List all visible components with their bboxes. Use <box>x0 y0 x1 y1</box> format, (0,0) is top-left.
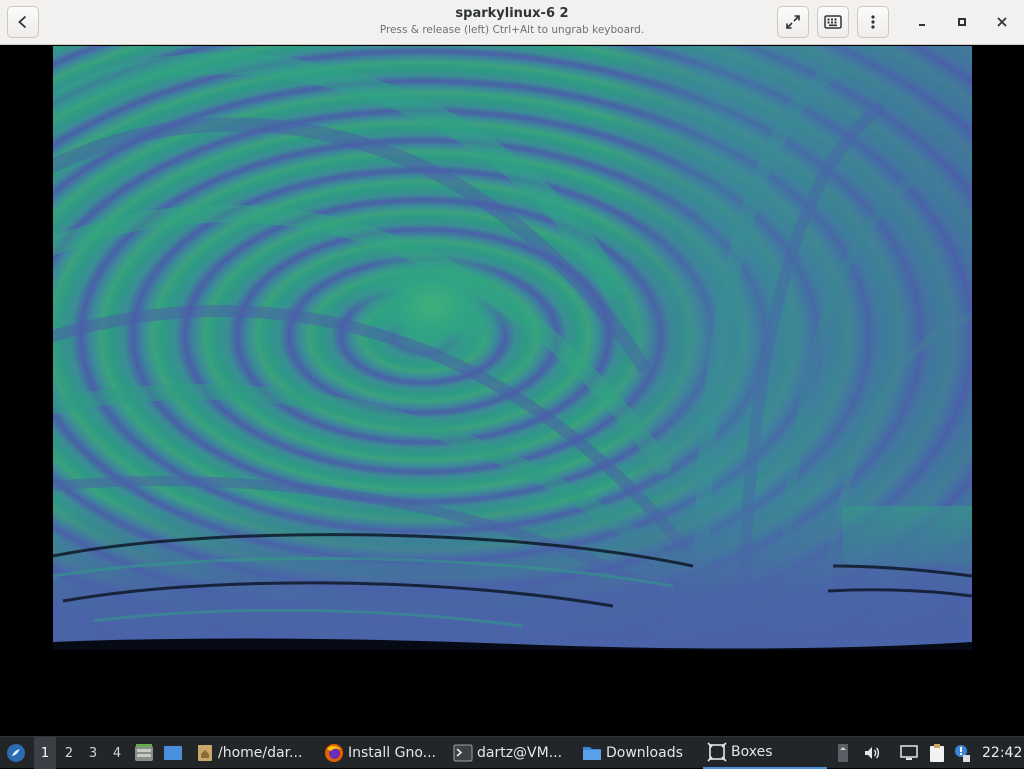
workspace-3[interactable]: 3 <box>82 737 104 769</box>
window-title: sparkylinux-6 2 <box>455 6 569 21</box>
network-icon <box>900 745 918 760</box>
close-button[interactable] <box>988 8 1016 36</box>
close-icon <box>997 17 1007 27</box>
fullscreen-icon <box>786 15 800 29</box>
folder-icon <box>583 747 601 760</box>
show-desktop-button[interactable] <box>161 737 185 769</box>
maximize-button[interactable] <box>948 8 976 36</box>
keyboard-icon <box>824 15 842 29</box>
task-label: Downloads <box>606 745 683 761</box>
go-back-icon <box>18 15 27 29</box>
taskbar: 1 2 3 4 /home/dar... Install Gno... dart… <box>0 736 1024 769</box>
send-keys-button[interactable] <box>817 6 849 38</box>
task-label: Install Gno... <box>348 745 436 761</box>
vm-display[interactable] <box>53 46 972 650</box>
tray-scroll[interactable] <box>835 737 851 769</box>
workspace-1[interactable]: 1 <box>34 737 56 769</box>
tray-volume[interactable] <box>861 737 883 769</box>
scroll-indicator-icon <box>838 744 848 762</box>
clock[interactable]: 22:42 <box>982 737 1022 769</box>
show-desktop-icon <box>164 746 182 760</box>
task-terminal[interactable]: dartz@VM... <box>449 737 577 769</box>
tray-network[interactable] <box>898 737 920 769</box>
maximize-icon <box>958 18 966 26</box>
minimize-icon <box>919 24 925 26</box>
update-notifier-icon <box>955 745 970 762</box>
kebab-menu-icon <box>871 15 875 29</box>
title-area: sparkylinux-6 2 Press & release (left) C… <box>300 5 724 37</box>
fullscreen-button[interactable] <box>777 6 809 38</box>
firefox-icon <box>325 744 343 762</box>
file-manager-launcher[interactable] <box>133 737 155 769</box>
task-downloads[interactable]: Downloads <box>578 737 702 769</box>
application-menu-button[interactable] <box>4 737 28 769</box>
terminal-icon <box>453 744 473 762</box>
header-bar: sparkylinux-6 2 Press & release (left) C… <box>0 0 1024 45</box>
folder-home-icon <box>198 745 212 761</box>
window-subtitle: Press & release (left) Ctrl+Alt to ungra… <box>379 24 645 36</box>
task-label: Boxes <box>731 744 773 760</box>
sparky-menu-icon <box>7 744 25 762</box>
minimize-button[interactable] <box>908 8 936 36</box>
fractal-wallpaper <box>53 46 972 650</box>
tray-update-notifier[interactable] <box>952 737 972 769</box>
boxes-icon <box>707 742 727 762</box>
clipboard-icon <box>930 744 944 762</box>
workspace-4[interactable]: 4 <box>106 737 128 769</box>
task-boxes[interactable]: Boxes <box>703 737 827 769</box>
file-manager-launcher-icon <box>135 744 153 761</box>
volume-icon <box>865 747 880 759</box>
task-label: /home/dar... <box>218 745 303 761</box>
menu-button[interactable] <box>857 6 889 38</box>
task-home-folder[interactable]: /home/dar... <box>192 737 318 769</box>
back-button[interactable] <box>7 6 39 38</box>
task-firefox[interactable]: Install Gno... <box>320 737 448 769</box>
task-label: dartz@VM... <box>477 745 563 761</box>
workspace-2[interactable]: 2 <box>58 737 80 769</box>
tray-clipboard[interactable] <box>926 737 948 769</box>
